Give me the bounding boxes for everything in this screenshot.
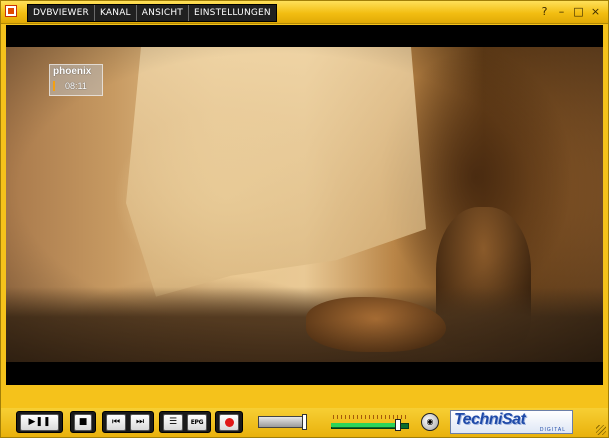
playlist-button[interactable]: ☰ bbox=[163, 414, 183, 431]
app-icon[interactable] bbox=[5, 5, 17, 17]
stop-button[interactable]: ■ bbox=[74, 414, 92, 431]
seek-slider-thumb[interactable] bbox=[302, 414, 307, 430]
brand-subtitle: DIGITAL bbox=[539, 427, 566, 433]
seek-slider[interactable] bbox=[258, 414, 307, 430]
epg-button[interactable]: EPG bbox=[187, 414, 207, 431]
brand-name: TechniSat bbox=[454, 411, 526, 428]
skip-group: ⏮ ⏭ bbox=[102, 411, 154, 433]
menu-dvbviewer[interactable]: DVBVIEWER bbox=[28, 5, 95, 21]
title-menu-bar: DVBVIEWER KANAL ANSICHT EINSTELLUNGEN ? … bbox=[1, 1, 608, 24]
technisat-logo: TechniSat DIGITAL bbox=[450, 410, 573, 434]
channel-time: 08:11 bbox=[65, 81, 87, 91]
window-controls: ? – □ × bbox=[538, 5, 602, 18]
help-button[interactable]: ? bbox=[538, 5, 551, 18]
record-icon bbox=[224, 418, 234, 427]
menu-kanal[interactable]: KANAL bbox=[95, 5, 137, 21]
play-group: ▶❚❚ bbox=[16, 411, 63, 433]
audio-button[interactable]: ◉ bbox=[421, 413, 439, 431]
speaker-icon: ◉ bbox=[426, 417, 434, 426]
play-pause-button[interactable]: ▶❚❚ bbox=[20, 414, 59, 431]
stop-icon: ■ bbox=[78, 417, 88, 427]
next-icon: ⏭ bbox=[135, 417, 145, 427]
stop-group: ■ bbox=[70, 411, 96, 433]
main-menu: DVBVIEWER KANAL ANSICHT EINSTELLUNGEN bbox=[27, 4, 277, 22]
channel-logo-overlay: phoenix 08:11 bbox=[49, 64, 103, 96]
next-button[interactable]: ⏭ bbox=[130, 414, 150, 431]
control-bar: ▶❚❚ ■ ⏮ ⏭ ☰ EPG ◉ TechniSat DIGITAL bbox=[1, 408, 608, 437]
channel-time-marker bbox=[53, 81, 55, 91]
menu-ansicht[interactable]: ANSICHT bbox=[137, 5, 189, 21]
list-group: ☰ EPG bbox=[159, 411, 211, 433]
video-display[interactable]: phoenix 08:11 bbox=[6, 25, 603, 385]
record-group bbox=[215, 411, 243, 433]
epg-label: EPG bbox=[190, 418, 204, 426]
volume-slider-thumb[interactable] bbox=[395, 419, 401, 431]
previous-button[interactable]: ⏮ bbox=[106, 414, 126, 431]
play-pause-icon: ▶❚❚ bbox=[28, 417, 51, 427]
channel-name: phoenix bbox=[53, 66, 92, 77]
resize-grip[interactable] bbox=[596, 425, 606, 435]
menu-einstellungen[interactable]: EINSTELLUNGEN bbox=[189, 5, 276, 21]
dvbviewer-window: DVBVIEWER KANAL ANSICHT EINSTELLUNGEN ? … bbox=[0, 0, 609, 438]
minimize-button[interactable]: – bbox=[555, 5, 568, 18]
close-button[interactable]: × bbox=[589, 5, 602, 18]
volume-level-fill bbox=[331, 423, 398, 427]
maximize-button[interactable]: □ bbox=[572, 5, 585, 18]
record-button[interactable] bbox=[219, 414, 239, 431]
playlist-icon: ☰ bbox=[168, 417, 178, 427]
volume-slider[interactable] bbox=[331, 412, 411, 432]
previous-icon: ⏮ bbox=[111, 417, 121, 427]
